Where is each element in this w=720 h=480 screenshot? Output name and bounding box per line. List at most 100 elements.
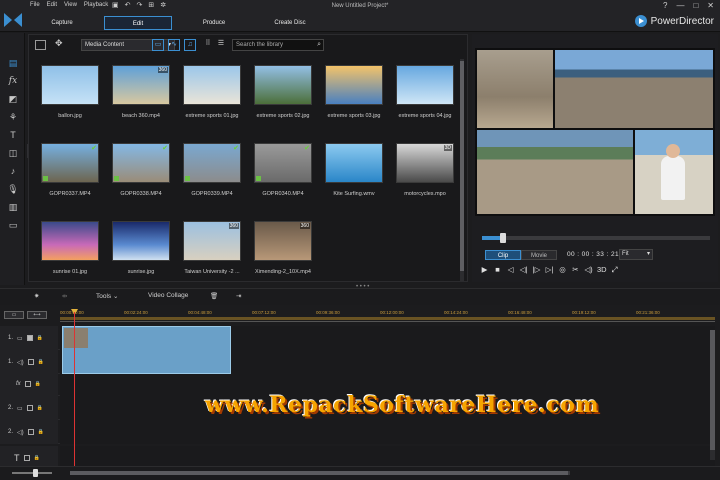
import-media-icon[interactable] — [35, 40, 46, 50]
media-item[interactable]: ✔ GOPR0338.MP4 — [112, 143, 170, 203]
media-item[interactable]: sunrise 01.jpg — [41, 221, 99, 281]
movie-mode-button[interactable]: Movie — [521, 250, 557, 260]
delete-icon[interactable]: 🗑 — [210, 292, 218, 300]
layout-icon[interactable]: ⊞ — [148, 1, 154, 9]
export-icon[interactable]: ⇥ — [236, 292, 241, 300]
time-ruler[interactable]: 00:00:00:00 00:02:24:00 00:04:48:00 00:07:1… — [60, 310, 715, 322]
track-enable-checkbox[interactable] — [27, 429, 34, 435]
transition-room-icon[interactable]: ◫ — [7, 147, 19, 159]
undo-icon[interactable]: ↶ — [125, 1, 131, 9]
menu-file[interactable]: File — [30, 2, 40, 8]
timeline-clip[interactable] — [62, 326, 231, 374]
redo-icon[interactable]: ↷ — [137, 1, 143, 9]
media-item[interactable]: 360 Taiwan University -2 ... — [183, 221, 241, 281]
track-enable-checkbox[interactable] — [26, 335, 33, 341]
track-enable-checkbox[interactable] — [27, 359, 34, 365]
3d-icon[interactable]: 3D — [597, 265, 607, 275]
track-enable-checkbox[interactable] — [24, 381, 31, 387]
play-icon[interactable]: ▶ — [480, 265, 489, 275]
media-thumbnail[interactable]: 360 — [112, 65, 170, 105]
chapter-room-icon[interactable]: ▥ — [7, 201, 19, 213]
media-thumbnail[interactable]: 360 — [183, 221, 241, 261]
fullscreen-icon[interactable]: ⤢ — [610, 265, 619, 275]
media-thumbnail[interactable] — [112, 221, 170, 261]
scrubber-knob[interactable] — [499, 233, 506, 243]
timeline-vertical-scrollbar[interactable] — [710, 330, 715, 460]
lock-icon[interactable]: 🔒 — [34, 455, 40, 461]
particle-room-icon[interactable]: ⚘ — [7, 111, 19, 123]
media-item[interactable]: 360 Ximending-2_10X.mp4 — [254, 221, 312, 281]
voice-over-room-icon[interactable]: 🎙 — [7, 183, 19, 195]
menu-view[interactable]: View — [64, 2, 77, 8]
timeline-horizontal-scrollbar-thumb[interactable] — [70, 471, 568, 475]
media-item[interactable]: ✔ GOPR0340.MP4 — [254, 143, 312, 203]
media-thumbnail[interactable] — [254, 65, 312, 105]
timeline-horizontal-scrollbar[interactable] — [70, 471, 570, 475]
timeline-vertical-scrollbar-thumb[interactable] — [710, 330, 715, 450]
media-item[interactable]: sunrise.jpg — [112, 221, 170, 281]
preview-scrubber[interactable] — [482, 233, 710, 243]
media-item[interactable]: 3D motorcycles.mpo — [396, 143, 454, 203]
tab-edit[interactable]: Edit — [104, 16, 172, 30]
close-icon[interactable]: ✕ — [707, 1, 714, 10]
effects-room-icon[interactable]: fx — [7, 75, 19, 87]
track-enable-checkbox[interactable] — [23, 455, 30, 461]
help-icon[interactable]: ? — [663, 1, 667, 10]
media-thumbnail[interactable] — [183, 65, 241, 105]
video-filter-icon[interactable]: ▭ — [152, 39, 164, 51]
media-item[interactable]: Kite Surfing.wmv — [325, 143, 383, 203]
tools-menu[interactable]: Tools ⌄ — [96, 292, 118, 300]
save-icon[interactable]: ▣ — [112, 1, 119, 9]
media-thumbnail[interactable]: 3D — [396, 143, 454, 183]
audio-filter-icon[interactable]: ♫ — [184, 39, 196, 51]
tab-create-disc[interactable]: Create Disc — [256, 16, 324, 30]
media-thumbnail[interactable] — [325, 65, 383, 105]
media-item[interactable]: extreme sports 04.jpg — [396, 65, 454, 125]
media-thumbnail[interactable]: ✔ — [41, 143, 99, 183]
timecode[interactable]: 00 : 00 : 33 : 21 — [567, 251, 619, 258]
media-thumbnail[interactable]: ✔ — [183, 143, 241, 183]
settings-icon[interactable]: ✲ — [160, 1, 166, 9]
media-item[interactable]: 360 beach 360.mp4 — [112, 65, 170, 125]
media-thumbnail[interactable] — [41, 65, 99, 105]
fit-timeline-icon[interactable]: ⟷ — [27, 311, 47, 319]
tab-produce[interactable]: Produce — [180, 16, 248, 30]
playhead[interactable] — [74, 312, 75, 470]
prev-icon[interactable]: ◁| — [519, 265, 528, 275]
lock-icon[interactable]: 🔒 — [37, 405, 43, 411]
grid-view-icon[interactable]: ⠿ — [202, 39, 214, 51]
track-enable-checkbox[interactable] — [26, 405, 33, 411]
audio-mixing-room-icon[interactable]: ♪ — [7, 165, 19, 177]
preview-screen[interactable] — [475, 48, 715, 216]
subtitle-room-icon[interactable]: ▭ — [7, 219, 19, 231]
tab-capture[interactable]: Capture — [28, 16, 96, 30]
snapshot-icon[interactable]: ◎ — [558, 265, 567, 275]
plugins-icon[interactable]: ✥ — [55, 38, 66, 48]
track-lane[interactable] — [60, 420, 715, 444]
menu-playback[interactable]: Playback — [84, 2, 108, 8]
clip-mode-button[interactable]: Clip — [485, 250, 521, 260]
lock-icon[interactable]: 🔒 — [38, 429, 44, 435]
media-item[interactable]: ✔ GOPR0339.MP4 — [183, 143, 241, 203]
video-collage-button[interactable]: Video Collage — [148, 292, 188, 299]
search-icon[interactable]: ⌕ — [317, 40, 321, 50]
media-item[interactable]: extreme sports 03.jpg — [325, 65, 383, 125]
track-manager-icon[interactable]: ▭ — [4, 311, 24, 319]
media-thumbnail[interactable]: ✔ — [254, 143, 312, 183]
menu-edit[interactable]: Edit — [47, 2, 57, 8]
pip-objects-room-icon[interactable]: ◩ — [7, 93, 19, 105]
title-room-icon[interactable]: T — [7, 129, 19, 141]
timeline-zoom-slider[interactable] — [12, 472, 52, 474]
media-room-icon[interactable]: ▤ — [7, 57, 19, 69]
image-filter-icon[interactable]: ∿ — [168, 39, 180, 51]
lock-icon[interactable]: 🔒 — [38, 359, 44, 365]
library-search-input[interactable]: Search the library ⌕ — [232, 39, 324, 51]
volume-icon[interactable]: ◁) — [584, 265, 593, 275]
media-item[interactable]: ✔ GOPR0337.MP4 — [41, 143, 99, 203]
split-icon[interactable]: ⇹ — [62, 292, 67, 300]
fit-select[interactable]: Fit ▾ — [619, 249, 653, 260]
media-thumbnail[interactable] — [41, 221, 99, 261]
minimize-icon[interactable]: — — [676, 1, 684, 10]
media-item[interactable]: extreme sports 01.jpg — [183, 65, 241, 125]
media-thumbnail[interactable] — [396, 65, 454, 105]
